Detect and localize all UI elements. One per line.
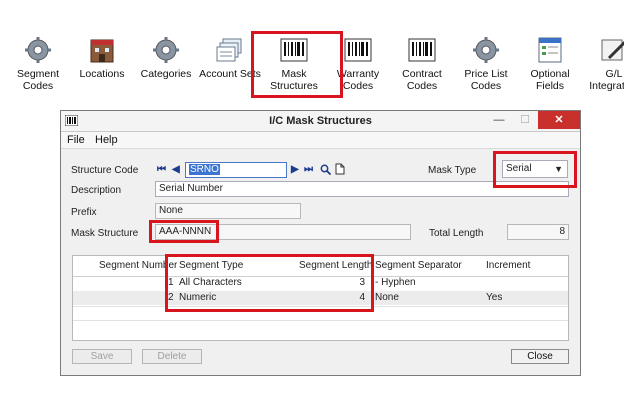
total-length-label: Total Length: [429, 228, 484, 239]
toolbar-item-label: Price List Codes: [464, 68, 508, 92]
toolbar-item-mask-structures[interactable]: Mask Structures: [262, 36, 326, 92]
toolbar-item-label: Segment Codes: [16, 68, 60, 92]
prefix-field[interactable]: None: [155, 203, 301, 219]
mask-type-value: Serial: [506, 163, 532, 174]
row-number: 2: [168, 292, 174, 303]
row-increment: Yes: [486, 292, 503, 303]
structure-code-label: Structure Code: [71, 165, 139, 176]
toolbar-item-warranty-codes[interactable]: Warranty Codes: [326, 36, 390, 92]
row-segment-length: 3: [359, 277, 365, 288]
prefix-label: Prefix: [71, 207, 97, 218]
structure-code-input[interactable]: SRNO: [185, 162, 287, 178]
mask-structures-window: I/C Mask Structures — ☐ ✕ File Help Stru…: [60, 110, 581, 376]
row-number: 1: [168, 277, 174, 288]
search-icon[interactable]: [320, 164, 331, 175]
toolbar-item-label: Account Sets: [199, 68, 261, 80]
gear-icon: [25, 37, 51, 63]
col-header-segment-type[interactable]: Segment Type: [179, 260, 243, 271]
close-button[interactable]: Close: [511, 349, 569, 364]
toolbar-item-label: Optional Fields: [530, 68, 570, 92]
row-segment-separator: - Hyphen: [375, 277, 416, 288]
toolbar-item-segment-codes[interactable]: Segment Codes: [6, 36, 70, 92]
title-bar[interactable]: I/C Mask Structures — ☐ ✕: [61, 111, 580, 132]
form-icon: [538, 37, 562, 63]
row-divider: [73, 320, 568, 321]
previous-record-icon[interactable]: ◀: [172, 164, 180, 175]
gear-icon: [153, 37, 179, 63]
toolbar-item-label: G/L Integration: [589, 68, 624, 92]
col-header-segment-length[interactable]: Segment Length: [299, 260, 372, 271]
mask-structure-label: Mask Structure: [71, 228, 139, 239]
minimize-button[interactable]: —: [486, 111, 512, 129]
maximize-button[interactable]: ☐: [512, 111, 538, 129]
toolbar-item-label: Mask Structures: [270, 68, 318, 92]
pen-icon: [601, 39, 624, 61]
menu-file[interactable]: File: [67, 134, 85, 146]
col-header-increment[interactable]: Increment: [486, 260, 530, 271]
menu-help[interactable]: Help: [95, 134, 118, 146]
barcode-icon: [280, 38, 308, 62]
toolbar-item-account-sets[interactable]: Account Sets: [198, 36, 262, 80]
toolbar-item-label: Contract Codes: [402, 68, 442, 92]
toolbar-item-label: Categories: [140, 68, 192, 80]
toolbar-item-categories[interactable]: Categories: [134, 36, 198, 80]
col-header-segment-number[interactable]: Segment Number: [99, 260, 177, 271]
mask-structure-field[interactable]: AAA-NNNN: [155, 224, 411, 240]
last-record-icon[interactable]: ⏭: [304, 164, 313, 175]
chevron-down-icon: ▼: [554, 164, 563, 174]
mask-type-label: Mask Type: [428, 165, 477, 176]
toolbar-item-optional-fields[interactable]: Optional Fields: [518, 36, 582, 92]
save-button[interactable]: Save: [72, 349, 132, 364]
segments-table: Segment Number Segment Type Segment Leng…: [72, 255, 569, 341]
row-segment-type: All Characters: [179, 277, 242, 288]
next-record-icon[interactable]: ▶: [291, 164, 299, 175]
toolbar-item-locations[interactable]: Locations: [70, 36, 134, 80]
structure-code-value: SRNO: [189, 164, 220, 175]
toolbar: Segment Codes Locations Categories Accou…: [0, 0, 624, 100]
barcode-icon: [408, 38, 436, 62]
row-segment-length: 4: [359, 292, 365, 303]
mask-type-select[interactable]: Serial ▼: [502, 160, 568, 178]
toolbar-item-contract-codes[interactable]: Contract Codes: [390, 36, 454, 92]
total-length-field: 8: [507, 224, 569, 240]
window-close-button[interactable]: ✕: [538, 111, 580, 129]
toolbar-item-label: Warranty Codes: [336, 68, 380, 92]
new-document-icon[interactable]: [335, 163, 345, 175]
col-header-segment-separator[interactable]: Segment Separator: [375, 260, 462, 271]
description-label: Description: [71, 185, 122, 196]
row-segment-separator: None: [375, 292, 399, 303]
building-icon: [90, 39, 114, 63]
toolbar-item-label: Locations: [79, 68, 125, 80]
toolbar-item-gl-integration[interactable]: G/L Integration: [582, 36, 624, 92]
gear-icon: [473, 37, 499, 63]
row-divider: [73, 306, 568, 307]
first-record-icon[interactable]: ⏮: [157, 164, 166, 175]
stack-icon: [216, 38, 242, 62]
menu-bar: File Help: [61, 132, 580, 149]
delete-button[interactable]: Delete: [142, 349, 202, 364]
row-segment-type: Numeric: [179, 292, 217, 303]
table-row[interactable]: 1 All Characters 3 - Hyphen: [73, 276, 568, 290]
barcode-icon: [344, 38, 372, 62]
table-row[interactable]: 2 Numeric 4 None Yes: [73, 291, 568, 305]
toolbar-item-price-list-codes[interactable]: Price List Codes: [454, 36, 518, 92]
description-input[interactable]: Serial Number: [155, 181, 569, 197]
